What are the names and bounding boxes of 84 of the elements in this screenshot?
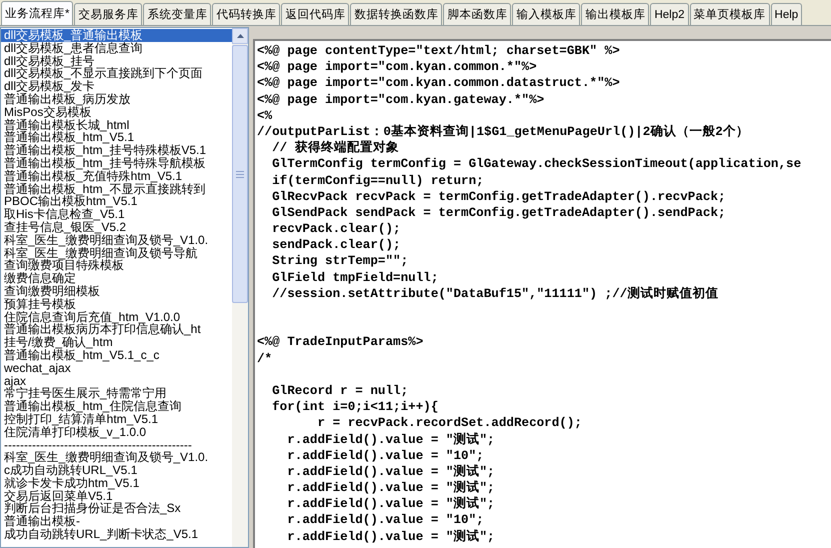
code-editor[interactable] xyxy=(253,39,831,548)
list-item[interactable]: 普通输出模板_htm_挂号特殊导航模板 xyxy=(1,156,232,170)
list-item[interactable]: 挂号/缴费_确认_htm xyxy=(1,336,232,349)
list-item[interactable]: 普通输出模板_htm_住院信息查询 xyxy=(1,400,232,413)
code-line: <% xyxy=(257,108,272,124)
code-line: //outputParList：0基本资料查询|1$G1_getMenuPageUrl()|2确认（一般2个） xyxy=(257,124,749,140)
list-item[interactable]: dll交易模板_挂号 xyxy=(1,54,232,68)
code-line: //session.setAttribute("DataBuf15","11111") ;//测试时赋值初值 xyxy=(271,286,718,302)
tab[interactable]: 数据转换函数库 xyxy=(350,3,442,25)
list-item[interactable]: ajax xyxy=(1,374,232,388)
list-item[interactable]: ----------------------------------------------- xyxy=(1,438,232,452)
code-line: <%@ page import="com.kyan.common.datastruct.*"%> xyxy=(257,75,620,92)
list-item[interactable]: 住院信息查询后充值_htm_V1.0.0 xyxy=(1,310,232,324)
code-line: /* xyxy=(257,350,272,367)
tab[interactable]: 菜单页模板库 xyxy=(690,3,770,25)
list-item[interactable]: 常宁挂号医生展示_特需常宁用 xyxy=(1,387,232,400)
tab[interactable]: 业务流程库* xyxy=(1,1,74,25)
list-item[interactable]: 普通输出模板_htm_V5.1 xyxy=(1,131,232,144)
tab[interactable]: Help2 xyxy=(650,3,689,25)
code-line: String strTemp=""; xyxy=(271,253,408,270)
code-line: // 获得终端配置对象 xyxy=(271,140,399,156)
list-item[interactable]: dll交易模板_不显示直接跳到下个页面 xyxy=(1,67,232,80)
list-item[interactable]: 普通输出模板病历本打印信息确认_ht xyxy=(1,323,232,336)
code-line: recvPack.clear(); xyxy=(271,221,401,238)
scroll-thumb[interactable] xyxy=(232,45,248,303)
code-line: for(int i=0;i<11;i++){ xyxy=(271,399,438,416)
code-line: r.addField().value = "10"; xyxy=(286,448,484,464)
code-line: GlRecvPack recvPack = termConfig.getTradeAdapter().recvPack; xyxy=(271,188,726,205)
list-item[interactable]: 科室_医生_缴费明细查询及锁号导航 xyxy=(1,246,232,260)
code-line: r.addField().value = "测试"; xyxy=(286,496,495,512)
list-item[interactable]: 控制打印_结算清单htm_V5.1 xyxy=(1,412,232,426)
list-item[interactable]: wechat_ajax xyxy=(1,362,232,375)
code-line: <%@ page import="com.kyan.common.*"%> xyxy=(257,59,537,76)
code-line: r.addField().value = "测试"; xyxy=(286,528,495,545)
list-item[interactable]: 就诊卡发卡成功htm_V5.1 xyxy=(1,476,232,490)
list-item[interactable]: 普通输出模板_充值特殊htm_V5.1 xyxy=(1,170,232,183)
code-line: <%@ TradeInputParams%> xyxy=(257,334,424,351)
list-item[interactable]: 普通输出模板_htm_V5.1_c_c xyxy=(1,348,232,362)
list-item[interactable]: dll交易模板_普通输出模板 xyxy=(1,29,232,42)
list-item[interactable]: 预算挂号模板 xyxy=(1,298,232,311)
code-line: GlSendPack sendPack = termConfig.getTradeAdapter().sendPack; xyxy=(271,204,726,222)
code-line: GlTermConfig termConfig = GlGateway.checkSessionTimeout(application,se xyxy=(271,156,802,172)
list-item[interactable]: 普通输出模板_病历发放 xyxy=(1,92,232,106)
tab[interactable]: 系统变量库 xyxy=(143,3,212,25)
code-line: r.addField().value = "测试"; xyxy=(286,432,495,448)
tab[interactable]: 输入模板库 xyxy=(512,3,580,25)
list-item[interactable]: 取His卡信息检查_V5.1 xyxy=(1,208,232,221)
list-item[interactable]: 普通输出模板长城_html xyxy=(1,118,232,132)
list-item[interactable]: MisPos交易模板 xyxy=(1,106,232,119)
list-item[interactable]: 成功自动跳转URL_判断卡状态_V5.1 xyxy=(1,528,232,541)
list-item[interactable]: dll交易模板_发卡 xyxy=(1,80,232,93)
list-item[interactable]: 交易后返回菜单V5.1 xyxy=(1,490,232,502)
code-line: <%@ page import="com.kyan.gateway.*"%> xyxy=(257,92,544,108)
list-item[interactable]: dll交易模板_患者信息查询 xyxy=(1,42,232,55)
list-item[interactable]: 科室_医生_缴费明细查询及锁号_V1.0. xyxy=(1,451,232,464)
list-item[interactable]: 查询缴费项目特殊模板 xyxy=(1,259,232,272)
tab[interactable]: 输出模板库 xyxy=(581,3,650,25)
code-line: GlRecord r = null; xyxy=(271,382,408,400)
list-item[interactable]: 科室_医生_缴费明细查询及锁号_V1.0. xyxy=(1,234,232,247)
list-item[interactable]: 普通输出模板_htm_挂号特殊模板V5.1 xyxy=(1,144,232,157)
tab[interactable]: 返回代码库 xyxy=(281,3,350,25)
list-item[interactable]: 查询缴费明细模板 xyxy=(1,284,232,298)
tab[interactable]: 脚本函数库 xyxy=(443,3,512,25)
code-line: r.addField().value = "测试"; xyxy=(286,480,495,496)
scroll-up-icon[interactable] xyxy=(232,28,248,44)
list-item[interactable]: 缴费信息确定 xyxy=(1,272,232,285)
code-line: r.addField().value = "测试"; xyxy=(286,464,495,480)
list-item[interactable]: 查挂号信息_银医_V5.2 xyxy=(1,220,232,234)
code-line: r = recvPack.recordSet.addRecord(); xyxy=(316,415,582,432)
tab[interactable]: Help xyxy=(770,3,802,25)
tab[interactable]: 代码转换库 xyxy=(212,3,280,25)
code-line: r.addField().value = "10"; xyxy=(286,512,484,529)
list-item[interactable]: PBOC输出模板htm_V5.1 xyxy=(1,195,232,208)
list-item[interactable]: 普通输出模板_htm_不显示直接跳转到 xyxy=(1,182,232,196)
code-line: GlField tmpField=null; xyxy=(271,270,438,286)
code-line: if(termConfig==null) return; xyxy=(271,172,484,189)
list-item[interactable]: 普通输出模板- xyxy=(1,515,232,528)
code-line: sendPack.clear(); xyxy=(271,237,401,254)
list-item[interactable]: c成功自动跳转URL_V5.1 xyxy=(1,464,232,477)
scrollbar[interactable] xyxy=(232,28,248,547)
code-line: <%@ page contentType="text/html; charset=GBK" %> xyxy=(257,43,620,60)
tab[interactable]: 交易服务库 xyxy=(74,3,142,25)
list-item[interactable]: 住院清单打印模板_v_1.0.0 xyxy=(1,426,232,438)
list-item[interactable]: 判断后台扫描身份证是否合法_Sx xyxy=(1,502,232,516)
